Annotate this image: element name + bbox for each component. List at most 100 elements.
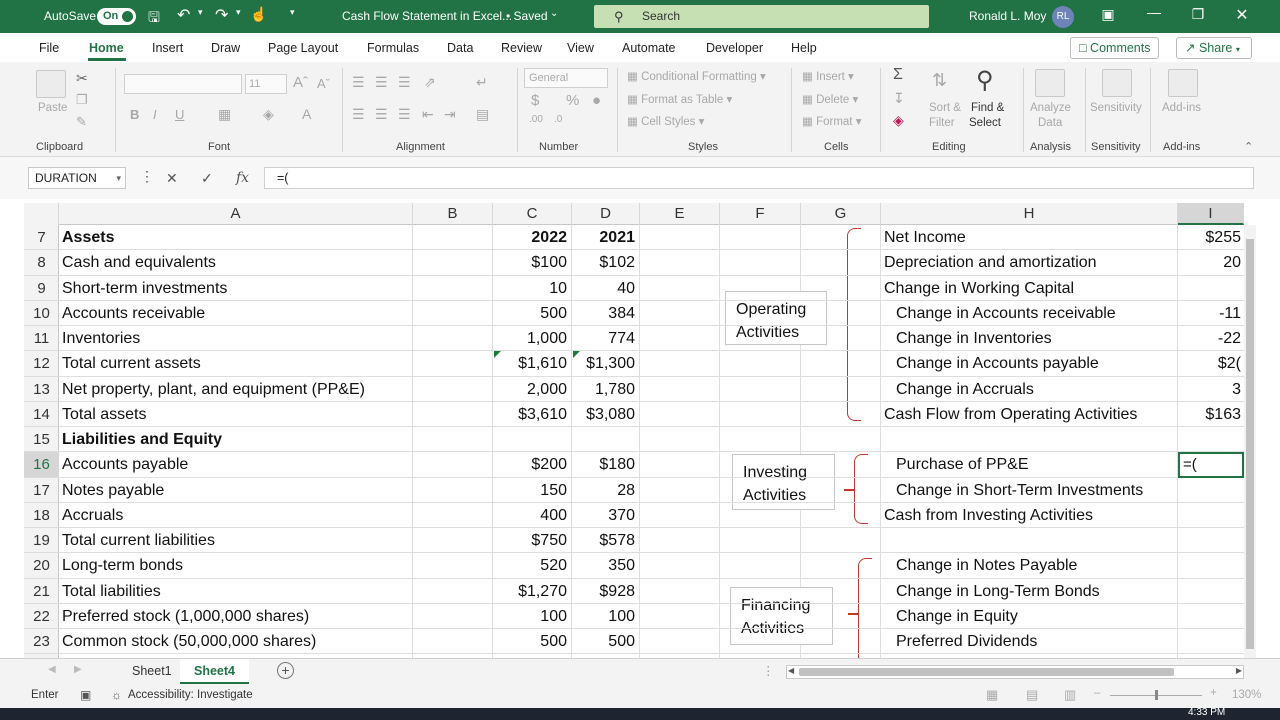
find-label[interactable]: Find & <box>971 102 1004 114</box>
row-header-23[interactable]: 23 <box>24 629 59 655</box>
cancel-formula-icon[interactable]: ✕ <box>166 170 178 187</box>
saved-status[interactable]: • Saved <box>506 9 548 23</box>
cell-d[interactable]: 28 <box>571 478 639 503</box>
analyze-label[interactable]: Analyze <box>1030 102 1071 114</box>
font-size-select[interactable]: 11 <box>245 74 287 94</box>
cell-c[interactable]: 400 <box>492 503 571 528</box>
tab-help[interactable]: Help <box>791 41 817 55</box>
accessibility-status[interactable]: Accessibility: Investigate <box>128 689 253 701</box>
cell-a[interactable]: Accounts receivable <box>62 301 410 326</box>
tab-draw[interactable]: Draw <box>211 41 240 55</box>
restore-icon[interactable]: ❐ <box>1188 6 1208 23</box>
format-painter-icon[interactable]: ✎ <box>76 114 87 130</box>
number-format-select[interactable]: General <box>524 68 608 88</box>
cell-d[interactable]: 384 <box>571 301 639 326</box>
cell-d[interactable]: $180 <box>571 452 639 477</box>
increase-decimal-icon[interactable]: .00 <box>529 114 543 125</box>
cell-d[interactable]: 370 <box>571 503 639 528</box>
column-header-c[interactable]: C <box>493 203 572 225</box>
cell-i[interactable]: 3 <box>1179 377 1244 402</box>
cell-h[interactable]: Change in Equity <box>896 604 1186 629</box>
conditional-formatting-button[interactable]: ▦ Conditional Formatting ▾ <box>627 69 766 83</box>
cell-a[interactable]: Short-term investments <box>62 276 410 301</box>
cell-d[interactable]: $1,300 <box>571 351 639 376</box>
cell-h[interactable]: Net Income <box>884 225 1174 250</box>
cell-a[interactable]: Net property, plant, and equipment (PP&E… <box>62 377 410 402</box>
align-left-icon[interactable]: ☰ <box>352 106 365 123</box>
cell-i[interactable]: -11 <box>1179 301 1244 326</box>
cell-a[interactable]: Long-term bonds <box>62 553 410 578</box>
borders-icon[interactable]: ▦ <box>218 106 231 123</box>
fill-icon[interactable]: ↧ <box>893 90 905 107</box>
minimize-icon[interactable]: — <box>1144 4 1164 20</box>
underline-icon[interactable]: U <box>175 107 184 122</box>
chevron-down-icon[interactable]: ▾ <box>116 168 121 188</box>
add-ins-icon[interactable] <box>1168 69 1198 97</box>
save-icon[interactable]: 🖫 <box>148 7 160 31</box>
cell-i[interactable]: $255 <box>1179 225 1244 250</box>
user-name[interactable]: Ronald L. Moy <box>969 9 1046 23</box>
cell-d[interactable]: $928 <box>571 579 639 604</box>
cell-a[interactable]: Total liabilities <box>62 579 410 604</box>
cell-c[interactable]: $3,610 <box>492 402 571 427</box>
row-header-20[interactable]: 20 <box>24 553 59 579</box>
paste-label[interactable]: Paste <box>38 102 67 114</box>
name-box[interactable]: DURATION ▾ <box>28 167 126 189</box>
row-header-22[interactable]: 22 <box>24 604 59 629</box>
active-cell-i16[interactable]: =( <box>1178 452 1244 478</box>
cell-c[interactable]: 2022 <box>492 225 571 250</box>
cell-d[interactable]: 100 <box>571 604 639 629</box>
cell-h[interactable]: Preferred Dividends <box>896 629 1186 654</box>
row-header-18[interactable]: 18 <box>24 503 59 528</box>
paste-icon[interactable] <box>36 70 66 98</box>
cell-h[interactable]: Change in Accruals <box>896 377 1186 402</box>
cell-a[interactable]: Accruals <box>62 503 410 528</box>
share-button[interactable]: ↗ Share ▾ <box>1176 37 1252 59</box>
cell-h[interactable]: Change in Accounts receivable <box>896 301 1186 326</box>
sheet-tab-sheet4[interactable]: Sheet4 <box>180 659 249 684</box>
cell-h[interactable]: Cash Flow from Operating Activities <box>884 402 1174 427</box>
scroll-left-icon[interactable]: ◀ <box>788 666 794 675</box>
cell-grid[interactable]: Operating Activities Investing Activitie… <box>59 225 1244 658</box>
horizontal-scroll-thumb[interactable] <box>799 668 1174 676</box>
enter-formula-icon[interactable]: ✓ <box>201 170 213 187</box>
currency-icon[interactable]: $ <box>531 92 539 109</box>
cut-icon[interactable]: ✂ <box>76 70 88 87</box>
collapse-ribbon-icon[interactable]: ⌃ <box>1244 140 1253 153</box>
cell-d[interactable]: $3,080 <box>571 402 639 427</box>
align-bottom-icon[interactable]: ☰ <box>398 74 411 91</box>
tab-view[interactable]: View <box>567 41 594 55</box>
row-header-11[interactable]: 11 <box>24 326 59 352</box>
align-center-icon[interactable]: ☰ <box>375 106 388 123</box>
row-header-15[interactable]: 15 <box>24 427 59 453</box>
cell-i[interactable]: -22 <box>1179 326 1244 351</box>
format-as-table-button[interactable]: ▦ Format as Table ▾ <box>627 92 732 106</box>
avatar[interactable]: RL <box>1052 6 1074 28</box>
decrease-decimal-icon[interactable]: .0 <box>554 114 562 125</box>
scroll-right-icon[interactable]: ▶ <box>1236 666 1242 675</box>
prev-sheet-icon[interactable]: ◀ <box>48 664 56 675</box>
tab-review[interactable]: Review <box>501 41 542 55</box>
chevron-down-icon[interactable]: ⌄ <box>550 8 558 19</box>
cell-d[interactable]: 40 <box>571 276 639 301</box>
column-header-a[interactable]: A <box>59 203 413 225</box>
horizontal-scrollbar[interactable]: ◀ ▶ <box>786 665 1244 679</box>
percent-icon[interactable]: % <box>566 92 579 109</box>
cell-c[interactable]: 2,000 <box>492 377 571 402</box>
row-header-8[interactable]: 8 <box>24 250 59 276</box>
add-ins-button-label[interactable]: Add-ins <box>1162 102 1201 114</box>
redo-icon[interactable]: ↷ <box>215 5 228 25</box>
row-header-21[interactable]: 21 <box>24 579 59 604</box>
align-middle-icon[interactable]: ☰ <box>375 74 388 91</box>
row-header-10[interactable]: 10 <box>24 301 59 326</box>
insert-function-icon[interactable]: fx <box>236 170 249 186</box>
cell-i[interactable]: 20 <box>1179 250 1244 275</box>
cell-c[interactable]: $1,610 <box>492 351 571 376</box>
cell-i[interactable]: $2( <box>1179 351 1244 376</box>
cell-c[interactable]: 500 <box>492 301 571 326</box>
cell-h[interactable]: Change in Short-Term Investments <box>896 478 1186 503</box>
column-header-i[interactable]: I <box>1178 203 1244 225</box>
cell-c[interactable]: 150 <box>492 478 571 503</box>
cell-a[interactable]: Assets <box>62 225 410 250</box>
row-header-13[interactable]: 13 <box>24 377 59 402</box>
